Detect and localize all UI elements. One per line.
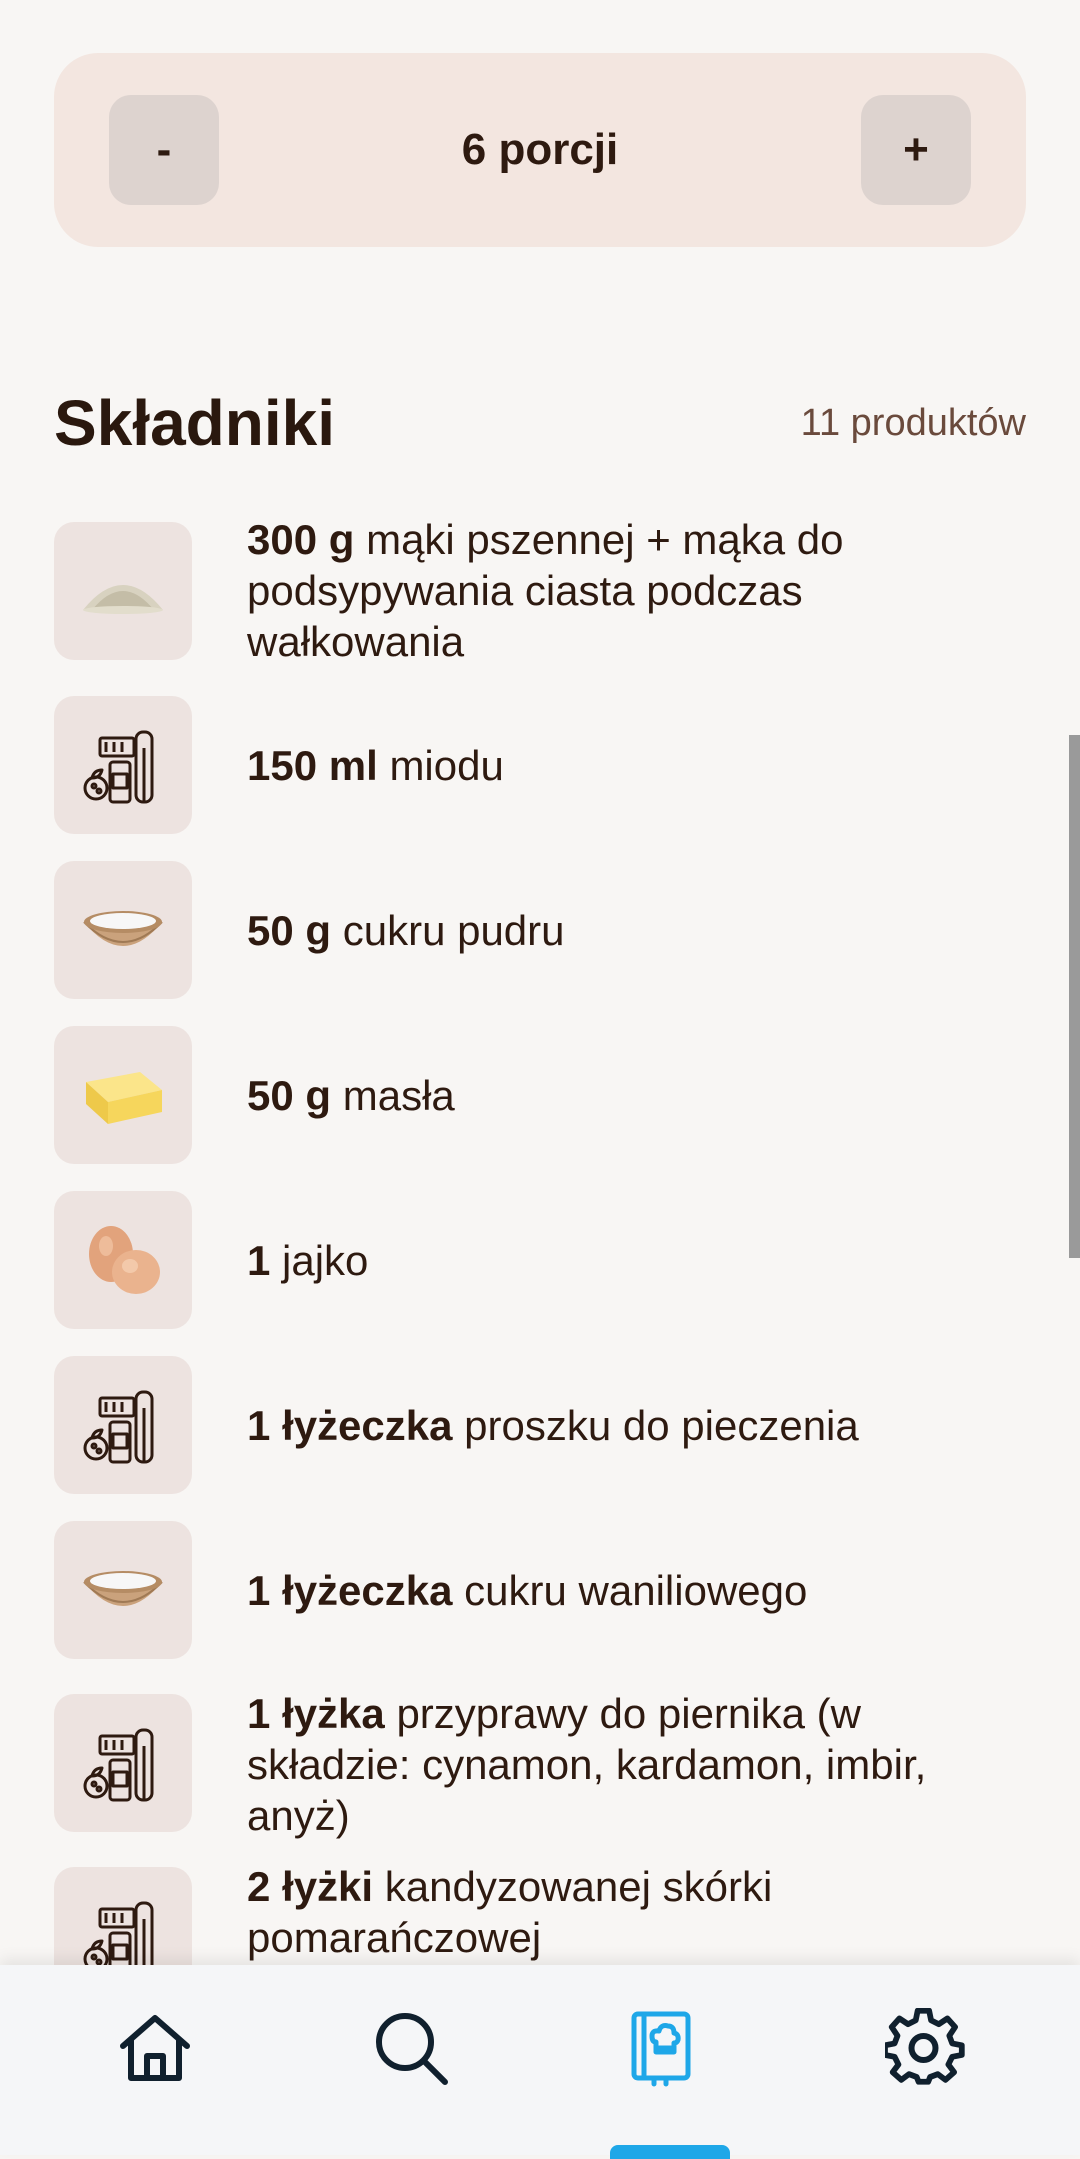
ingredient-name: cukru waniliowego	[464, 1567, 808, 1614]
ingredient-row: 1 jajko	[54, 1191, 1026, 1329]
ingredient-row: 50 g masła	[54, 1026, 1026, 1164]
gear-icon	[885, 2008, 965, 2085]
active-tab-indicator	[610, 2145, 730, 2159]
eggs-icon	[54, 1191, 192, 1329]
groceries-icon	[54, 696, 192, 834]
nav-settings[interactable]	[870, 1993, 980, 2103]
ingredient-name: cukru pudru	[342, 907, 565, 954]
ingredient-list: 300 g mąki pszennej + mąka do podsypywan…	[0, 0, 1080, 1965]
groceries-icon	[54, 1867, 192, 1965]
flour-icon	[54, 522, 192, 660]
ingredient-amount: 1	[247, 1237, 271, 1284]
ingredient-row: 300 g mąki pszennej + mąka do podsypywan…	[54, 516, 1026, 682]
groceries-icon	[54, 1694, 192, 1832]
butter-icon	[54, 1026, 192, 1164]
ingredient-amount: 1 łyżeczka	[247, 1402, 453, 1449]
ingredient-amount: 300 g	[247, 516, 355, 563]
nav-recipes[interactable]	[606, 1993, 716, 2103]
groceries-icon	[54, 1356, 192, 1494]
ingredient-name: miodu	[389, 742, 504, 789]
nav-home[interactable]	[100, 1993, 210, 2103]
ingredient-row: 1 łyżka przyprawy do piernika (w składzi…	[54, 1690, 1026, 1854]
ingredient-name: proszku do pieczenia	[464, 1402, 859, 1449]
scrollbar[interactable]	[1069, 735, 1080, 1258]
ingredient-amount: 50 g	[247, 907, 332, 954]
ingredient-amount: 2 łyżki	[247, 1863, 374, 1910]
sugar-bowl-icon	[54, 1521, 192, 1659]
nav-search[interactable]	[356, 1993, 466, 2103]
bottom-navigation	[0, 1965, 1080, 2155]
ingredient-amount: 50 g	[247, 1072, 332, 1119]
search-icon	[376, 2013, 448, 2085]
ingredient-amount: 1 łyżka	[247, 1690, 385, 1737]
ingredient-row: 150 ml miodu	[54, 696, 1026, 834]
recipe-book-icon	[631, 2011, 691, 2087]
ingredient-row: 2 łyżki kandyzowanej skórki pomarańczowe…	[54, 1863, 1026, 1965]
home-icon	[120, 2015, 190, 2081]
ingredient-name: jajko	[282, 1237, 369, 1284]
ingredient-row: 50 g cukru pudru	[54, 861, 1026, 999]
ingredient-amount: 1 łyżeczka	[247, 1567, 453, 1614]
ingredient-name: masła	[342, 1072, 455, 1119]
ingredient-row: 1 łyżeczka cukru waniliowego	[54, 1521, 1026, 1659]
ingredient-row: 1 łyżeczka proszku do pieczenia	[54, 1356, 1026, 1494]
ingredient-amount: 150 ml	[247, 742, 378, 789]
sugar-bowl-icon	[54, 861, 192, 999]
